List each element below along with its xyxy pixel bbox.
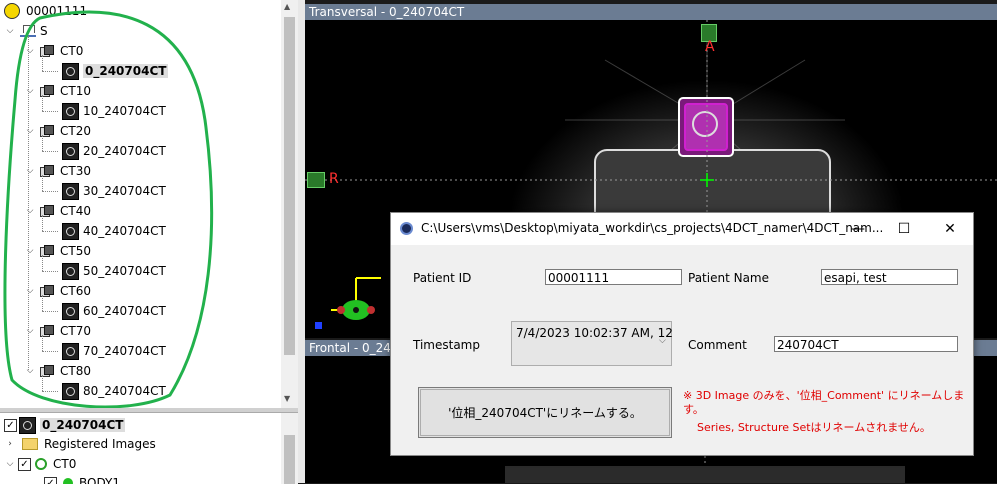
- rename-button[interactable]: '位相_240704CT'にリネームする。: [418, 387, 672, 438]
- structure-set-icon: [35, 458, 47, 470]
- orientation-cube-icon: [311, 270, 381, 338]
- image-root-label: 0_240704CT: [40, 418, 125, 432]
- patient-id-label: Patient ID: [413, 271, 471, 285]
- close-button[interactable]: ✕: [927, 213, 973, 245]
- transversal-view-title: Transversal - 0_240704CT: [305, 4, 997, 20]
- registered-label: Registered Images: [44, 437, 156, 451]
- dialog-title: C:\Users\vms\Desktop\miyata_workdir\cs_p…: [421, 221, 883, 235]
- timestamp-value: 7/4/2023 10:02:37 AM, 12: [516, 326, 673, 340]
- structure-tree-panel: ✓ 0_240704CT › Registered Images ⌵ ✓ CT0…: [0, 412, 298, 484]
- checkbox-checked-icon[interactable]: ✓: [18, 458, 31, 471]
- panel-splitter[interactable]: [298, 0, 305, 483]
- button-inner-border: [420, 389, 670, 436]
- patient-name-label: Patient Name: [688, 271, 769, 285]
- folder-icon: [22, 438, 38, 450]
- tree-row-image-root[interactable]: ✓ 0_240704CT: [4, 415, 125, 435]
- ct-image-icon: [19, 417, 36, 434]
- tree-row-body[interactable]: ✓ BODY1: [44, 473, 120, 484]
- checkbox-checked-icon[interactable]: ✓: [4, 419, 17, 432]
- chevron-down-icon: ⌵: [659, 336, 666, 346]
- structure-scrollbar-thumb[interactable]: [284, 435, 295, 484]
- patient-id-field[interactable]: 00001111: [545, 269, 682, 285]
- patient-name-field[interactable]: esapi, test: [821, 269, 958, 285]
- structure-color-icon: [63, 478, 73, 484]
- tree-row-ct0[interactable]: ⌵ ✓ CT0: [4, 454, 76, 474]
- rename-note-line-1: ※ 3D Image のみを、'位相_Comment' にリネームしま: [683, 389, 964, 403]
- minimize-button[interactable]: —: [835, 213, 881, 245]
- comment-label: Comment: [688, 338, 747, 352]
- maximize-button[interactable]: ☐: [881, 213, 927, 245]
- right-marker-icon[interactable]: [307, 172, 325, 188]
- timestamp-label: Timestamp: [413, 338, 480, 352]
- tree-row-registered[interactable]: › Registered Images: [4, 434, 156, 454]
- rename-note-line-2: す。: [683, 403, 704, 417]
- anterior-label: A: [705, 39, 715, 55]
- expand-icon[interactable]: ›: [4, 439, 16, 449]
- dialog-titlebar[interactable]: C:\Users\vms\Desktop\miyata_workdir\cs_p…: [391, 213, 973, 245]
- app-icon: [400, 222, 413, 235]
- comment-field[interactable]: 240704CT: [774, 336, 958, 352]
- timestamp-select[interactable]: 7/4/2023 10:02:37 AM, 12 ⌵: [511, 321, 672, 366]
- right-label: R: [329, 171, 339, 187]
- rename-dialog: C:\Users\vms\Desktop\miyata_workdir\cs_p…: [390, 212, 974, 456]
- ct0-structure-label: CT0: [53, 457, 76, 471]
- rename-note-line-3: Series, Structure Setはリネームされません。: [697, 421, 931, 435]
- collapse-icon[interactable]: ⌵: [4, 459, 16, 469]
- green-annotation-loop: [0, 0, 300, 412]
- tree-splitter[interactable]: [0, 408, 298, 412]
